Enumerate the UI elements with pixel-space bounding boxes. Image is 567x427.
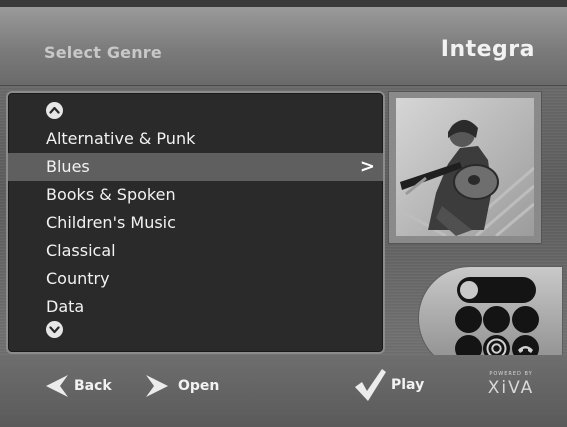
chevron-up-icon: [49, 106, 60, 114]
genre-item-books-spoken[interactable]: Books & Spoken: [8, 181, 383, 209]
play-button[interactable]: Play: [353, 367, 424, 403]
header-bar: Select Genre Integra: [0, 7, 567, 86]
genre-label: Data: [46, 297, 85, 316]
play-label: Play: [391, 377, 425, 393]
powered-by-text: POWERED BY: [489, 371, 533, 377]
bottom-nav-bar: Back Open Play POWERED BY XiVA: [0, 355, 567, 427]
remote-button-3[interactable]: [512, 306, 539, 333]
top-frame: [0, 0, 567, 7]
page-title: Select Genre: [44, 43, 162, 62]
genre-label: Country: [46, 269, 110, 288]
genre-item-blues[interactable]: Blues >: [8, 153, 383, 181]
back-arrow-icon: [46, 375, 68, 397]
back-button[interactable]: Back: [40, 371, 112, 401]
open-button[interactable]: Open: [144, 371, 219, 401]
genre-label: Classical: [46, 241, 116, 260]
scroll-up-button[interactable]: [46, 102, 63, 119]
chevron-down-icon: [49, 326, 60, 334]
remote-display-button[interactable]: [457, 277, 536, 303]
genre-item-data[interactable]: Data: [8, 293, 383, 321]
remote-button-2[interactable]: [483, 306, 510, 333]
scroll-down-button[interactable]: [46, 321, 63, 338]
genre-label: Books & Spoken: [46, 185, 176, 204]
remote-indicator-icon: [460, 281, 478, 299]
genre-artwork-image: [396, 98, 534, 236]
open-arrow-icon: [146, 375, 168, 397]
genre-item-alternative-punk[interactable]: Alternative & Punk: [8, 125, 383, 153]
xiva-wordmark: XiVA: [487, 378, 535, 398]
guitarist-photo-icon: [396, 98, 534, 236]
genre-artwork-frame: [388, 91, 542, 244]
genre-item-classical[interactable]: Classical: [8, 237, 383, 265]
back-label: Back: [74, 378, 112, 394]
media-screen: Select Genre Integra Alternative & Punk …: [0, 0, 567, 427]
selected-chevron-icon: >: [359, 156, 375, 177]
open-label: Open: [178, 378, 220, 394]
xiva-logo: POWERED BY XiVA: [483, 371, 539, 398]
genre-label: Blues: [46, 157, 90, 176]
genre-list: Alternative & Punk Blues > Books & Spoken…: [8, 125, 383, 321]
genre-list-panel: Alternative & Punk Blues > Books & Spoken…: [6, 91, 385, 354]
checkmark-icon: [355, 369, 386, 401]
brand-logo: Integra: [440, 37, 535, 62]
genre-label: Children's Music: [46, 213, 176, 232]
genre-item-country[interactable]: Country: [8, 265, 383, 293]
genre-label: Alternative & Punk: [46, 129, 196, 148]
genre-item-childrens-music[interactable]: Children's Music: [8, 209, 383, 237]
remote-button-1[interactable]: [455, 306, 482, 333]
